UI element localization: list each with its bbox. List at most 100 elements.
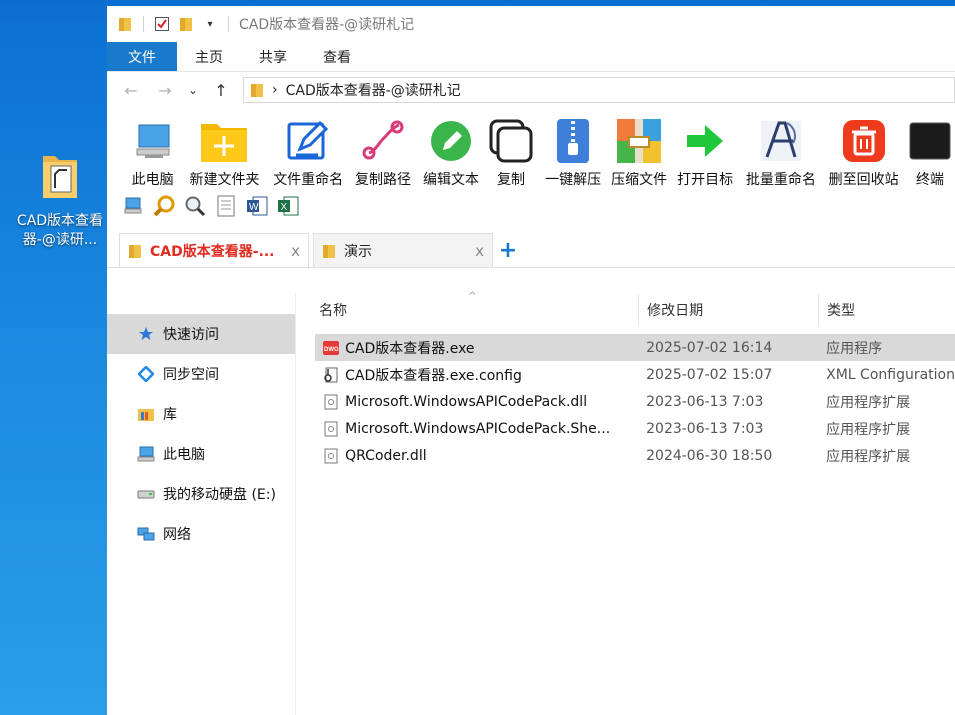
ribbon-tab-file[interactable]: 文件 <box>107 42 177 71</box>
tab-label: CAD版本查看器-... <box>150 243 275 260</box>
title-bar: ▾ CAD版本查看器-@读研札记 <box>107 6 955 42</box>
back-arrow-icon[interactable]: ← <box>119 78 143 102</box>
text-file-icon[interactable] <box>214 194 238 218</box>
file-row[interactable]: CAD版本查看器.exe.config 2025-07-02 15:07 XML… <box>315 361 955 388</box>
ribbon-tab-share[interactable]: 共享 <box>241 42 305 71</box>
file-type: 应用程序扩展 <box>826 394 911 411</box>
copy-icon <box>486 116 536 166</box>
config-file-icon <box>323 367 339 383</box>
ribbon-tabs: 文件 主页 共享 查看 <box>107 42 955 72</box>
tool-copy[interactable]: 复制 <box>483 116 538 189</box>
breadcrumb-separator: › <box>272 82 278 98</box>
terminal-icon <box>905 116 955 166</box>
library-icon <box>137 405 155 423</box>
tool-rename[interactable]: 文件重命名 <box>269 116 348 189</box>
new-tab-button[interactable]: + <box>493 233 523 267</box>
file-name: Microsoft.WindowsAPICodePack.dll <box>345 393 588 410</box>
tab-cad-viewer[interactable]: CAD版本查看器-... x <box>119 233 309 267</box>
folder-tabs: CAD版本查看器-... x 演示 x + <box>107 228 955 268</box>
tool-new-folder[interactable]: 新建文件夹 <box>180 116 269 189</box>
desktop-folder-shortcut[interactable]: CAD版本查看器-@读研... <box>8 150 112 250</box>
file-name: QRCoder.dll <box>345 447 427 464</box>
tool-batch-rename[interactable]: 批量重命名 <box>740 116 823 189</box>
folder-icon <box>251 84 263 97</box>
magnifier-icon[interactable] <box>183 194 207 218</box>
breadcrumb[interactable]: CAD版本查看器-@读研札记 <box>286 80 461 100</box>
recycle-icon <box>839 116 889 166</box>
network-icon <box>137 525 155 543</box>
tool-recycle[interactable]: 删至回收站 <box>822 116 905 189</box>
column-headers: ^ 名称 修改日期 类型 <box>296 291 955 326</box>
tool-this-pc[interactable]: 此电脑 <box>125 116 180 189</box>
zip-icon <box>614 116 664 166</box>
file-type: 应用程序 <box>826 340 883 357</box>
file-list-pane: ^ 名称 修改日期 类型 DWG CAD版本查看器.exe 2025-07-02… <box>296 291 955 715</box>
column-header-type[interactable]: 类型 <box>818 294 955 326</box>
computer-icon <box>128 116 178 166</box>
nav-item-quick-access[interactable]: 快速访问 <box>107 314 296 354</box>
dll-file-icon <box>323 421 339 437</box>
nav-item-removable-drive[interactable]: 我的移动硬盘 (E:) <box>107 474 295 514</box>
explorer-window: ▾ CAD版本查看器-@读研札记 文件 主页 共享 查看 ← → ⌄ ↑ › C… <box>107 6 955 715</box>
window-title: CAD版本查看器-@读研札记 <box>239 17 415 33</box>
desktop-icon-label: CAD版本查看器-@读研... <box>16 213 104 248</box>
open-target-icon <box>680 116 730 166</box>
drive-icon <box>137 485 155 503</box>
divider <box>143 16 144 32</box>
word-icon[interactable]: W <box>245 194 269 218</box>
unzip-icon <box>548 116 598 166</box>
computer-icon[interactable] <box>121 194 145 218</box>
mini-toolbar: W X <box>121 194 300 218</box>
file-type: XML Configuration <box>826 366 955 383</box>
file-row[interactable]: Microsoft.WindowsAPICodePack.dll 2023-06… <box>315 388 955 415</box>
nav-item-network[interactable]: 网络 <box>107 514 295 554</box>
sort-up-icon: ^ <box>468 291 477 302</box>
customize-dropdown-icon[interactable]: ▾ <box>202 16 218 32</box>
tab-label: 演示 <box>344 243 372 260</box>
properties-check-icon[interactable] <box>154 16 170 32</box>
close-icon[interactable]: x <box>475 242 484 260</box>
file-row[interactable]: QRCoder.dll 2024-06-30 18:50 应用程序扩展 <box>315 442 955 469</box>
computer-icon <box>137 445 155 463</box>
file-row[interactable]: DWG CAD版本查看器.exe 2025-07-02 16:14 应用程序 <box>315 334 955 361</box>
recent-dropdown-icon[interactable]: ⌄ <box>187 78 199 102</box>
divider <box>228 16 229 32</box>
up-arrow-icon[interactable]: ↑ <box>209 78 233 102</box>
excel-icon[interactable]: X <box>276 194 300 218</box>
star-icon <box>137 325 155 343</box>
svg-text:X: X <box>281 202 288 213</box>
folder-icon <box>43 156 77 198</box>
tool-edit-text[interactable]: 编辑文本 <box>418 116 483 189</box>
forward-arrow-icon[interactable]: → <box>153 78 177 102</box>
rename-icon <box>283 116 333 166</box>
file-date: 2025-07-02 15:07 <box>646 366 773 383</box>
edit-text-icon <box>426 116 476 166</box>
column-header-name[interactable]: 名称 <box>296 300 638 320</box>
file-date: 2023-06-13 7:03 <box>646 393 764 410</box>
tool-copy-path[interactable]: 复制路径 <box>348 116 419 189</box>
file-date: 2024-06-30 18:50 <box>646 447 773 464</box>
column-header-date[interactable]: 修改日期 <box>638 294 818 326</box>
nav-item-this-pc[interactable]: 此电脑 <box>107 434 295 474</box>
new-folder-quick-icon[interactable] <box>178 16 194 32</box>
search-icon[interactable] <box>152 194 176 218</box>
nav-item-library[interactable]: 库 <box>107 394 295 434</box>
nav-item-sync-space[interactable]: 同步空间 <box>107 354 295 394</box>
tool-open-target[interactable]: 打开目标 <box>671 116 740 189</box>
tab-demo[interactable]: 演示 x <box>313 233 493 267</box>
dwg-exe-icon: DWG <box>323 340 340 356</box>
ribbon-tab-home[interactable]: 主页 <box>177 42 241 71</box>
file-type: 应用程序扩展 <box>826 421 911 438</box>
file-name: Microsoft.WindowsAPICodePack.She... <box>345 420 611 437</box>
ribbon-tab-view[interactable]: 查看 <box>305 42 369 71</box>
tool-terminal[interactable]: 终端 <box>905 116 955 189</box>
tool-unzip[interactable]: 一键解压 <box>539 116 608 189</box>
file-row[interactable]: Microsoft.WindowsAPICodePack.She... 2023… <box>315 415 955 442</box>
navigation-pane: 快速访问 同步空间 库 此电脑 我的移动硬盘 (E:) 网络 <box>107 294 297 715</box>
new-folder-icon <box>199 116 249 166</box>
dll-file-icon <box>323 394 339 410</box>
address-bar[interactable]: › CAD版本查看器-@读研札记 <box>243 77 955 103</box>
close-icon[interactable]: x <box>291 242 300 260</box>
address-row: ← → ⌄ ↑ › CAD版本查看器-@读研札记 <box>107 72 955 108</box>
tool-zip[interactable]: 压缩文件 <box>608 116 671 189</box>
